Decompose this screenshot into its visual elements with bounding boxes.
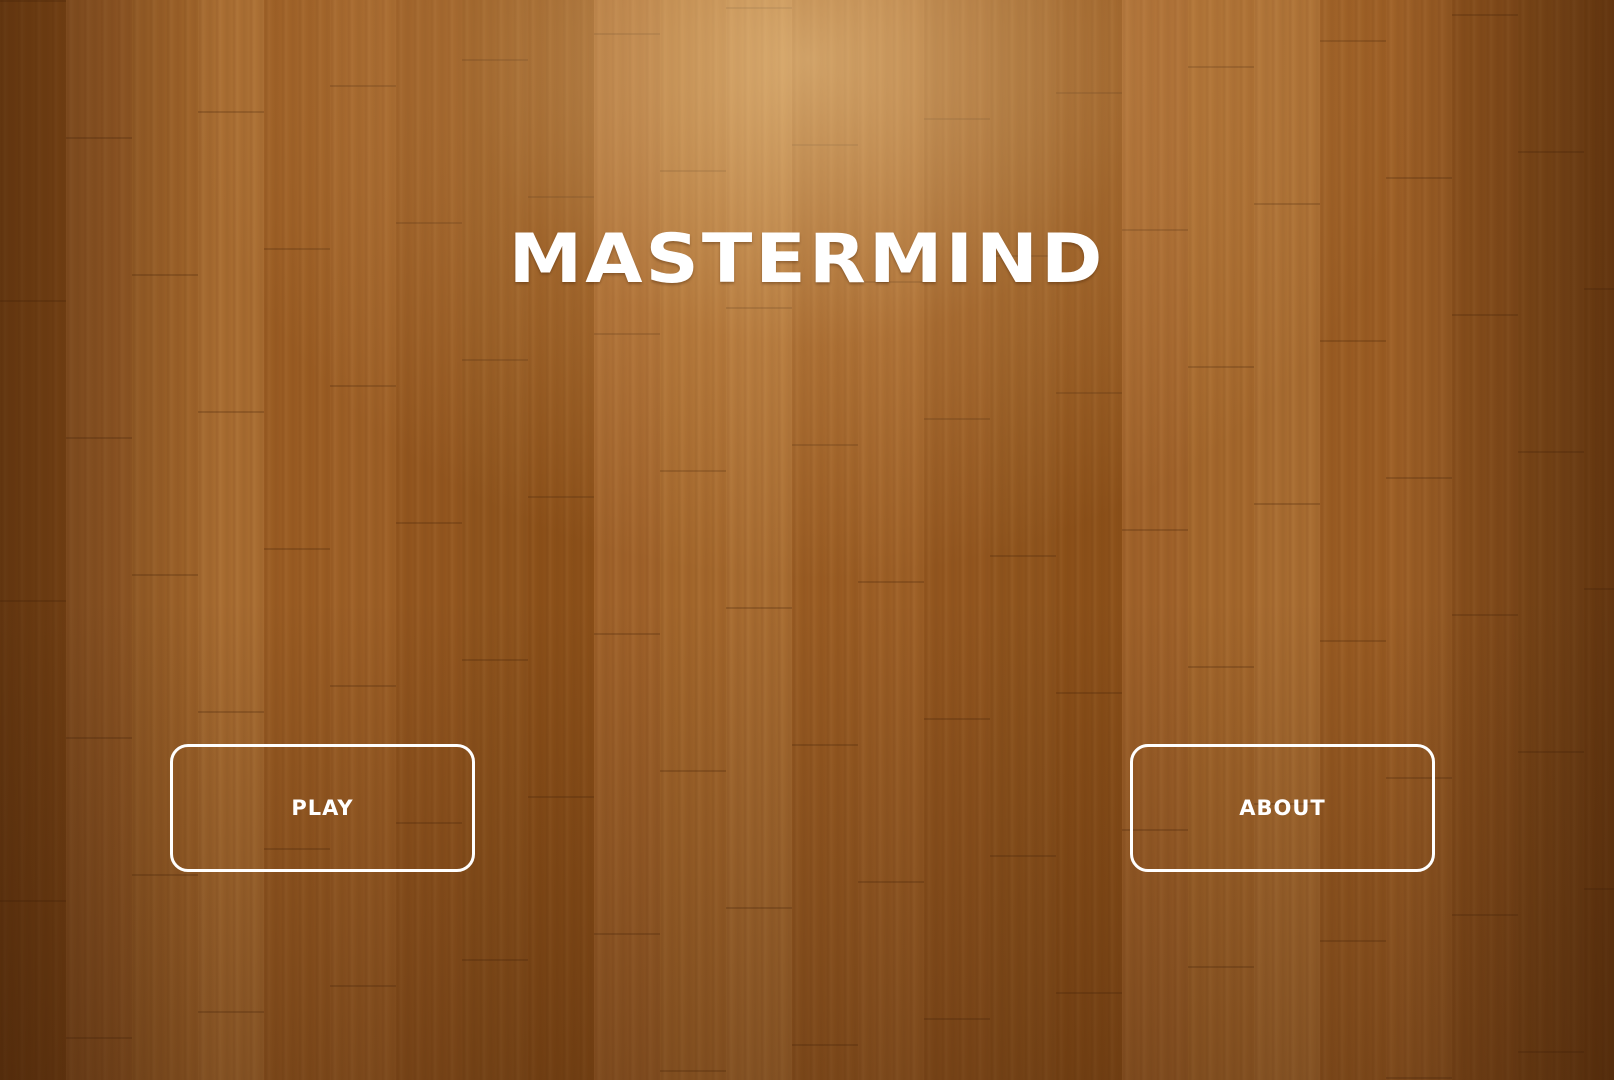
- vignette: [0, 0, 1614, 1080]
- about-button-label: ABOUT: [1239, 796, 1326, 820]
- about-button[interactable]: ABOUT: [1130, 744, 1435, 872]
- wood-background: [0, 0, 1614, 1080]
- play-button[interactable]: PLAY: [170, 744, 475, 872]
- game-title: MASTERMIND: [508, 219, 1106, 299]
- play-button-label: PLAY: [291, 796, 354, 820]
